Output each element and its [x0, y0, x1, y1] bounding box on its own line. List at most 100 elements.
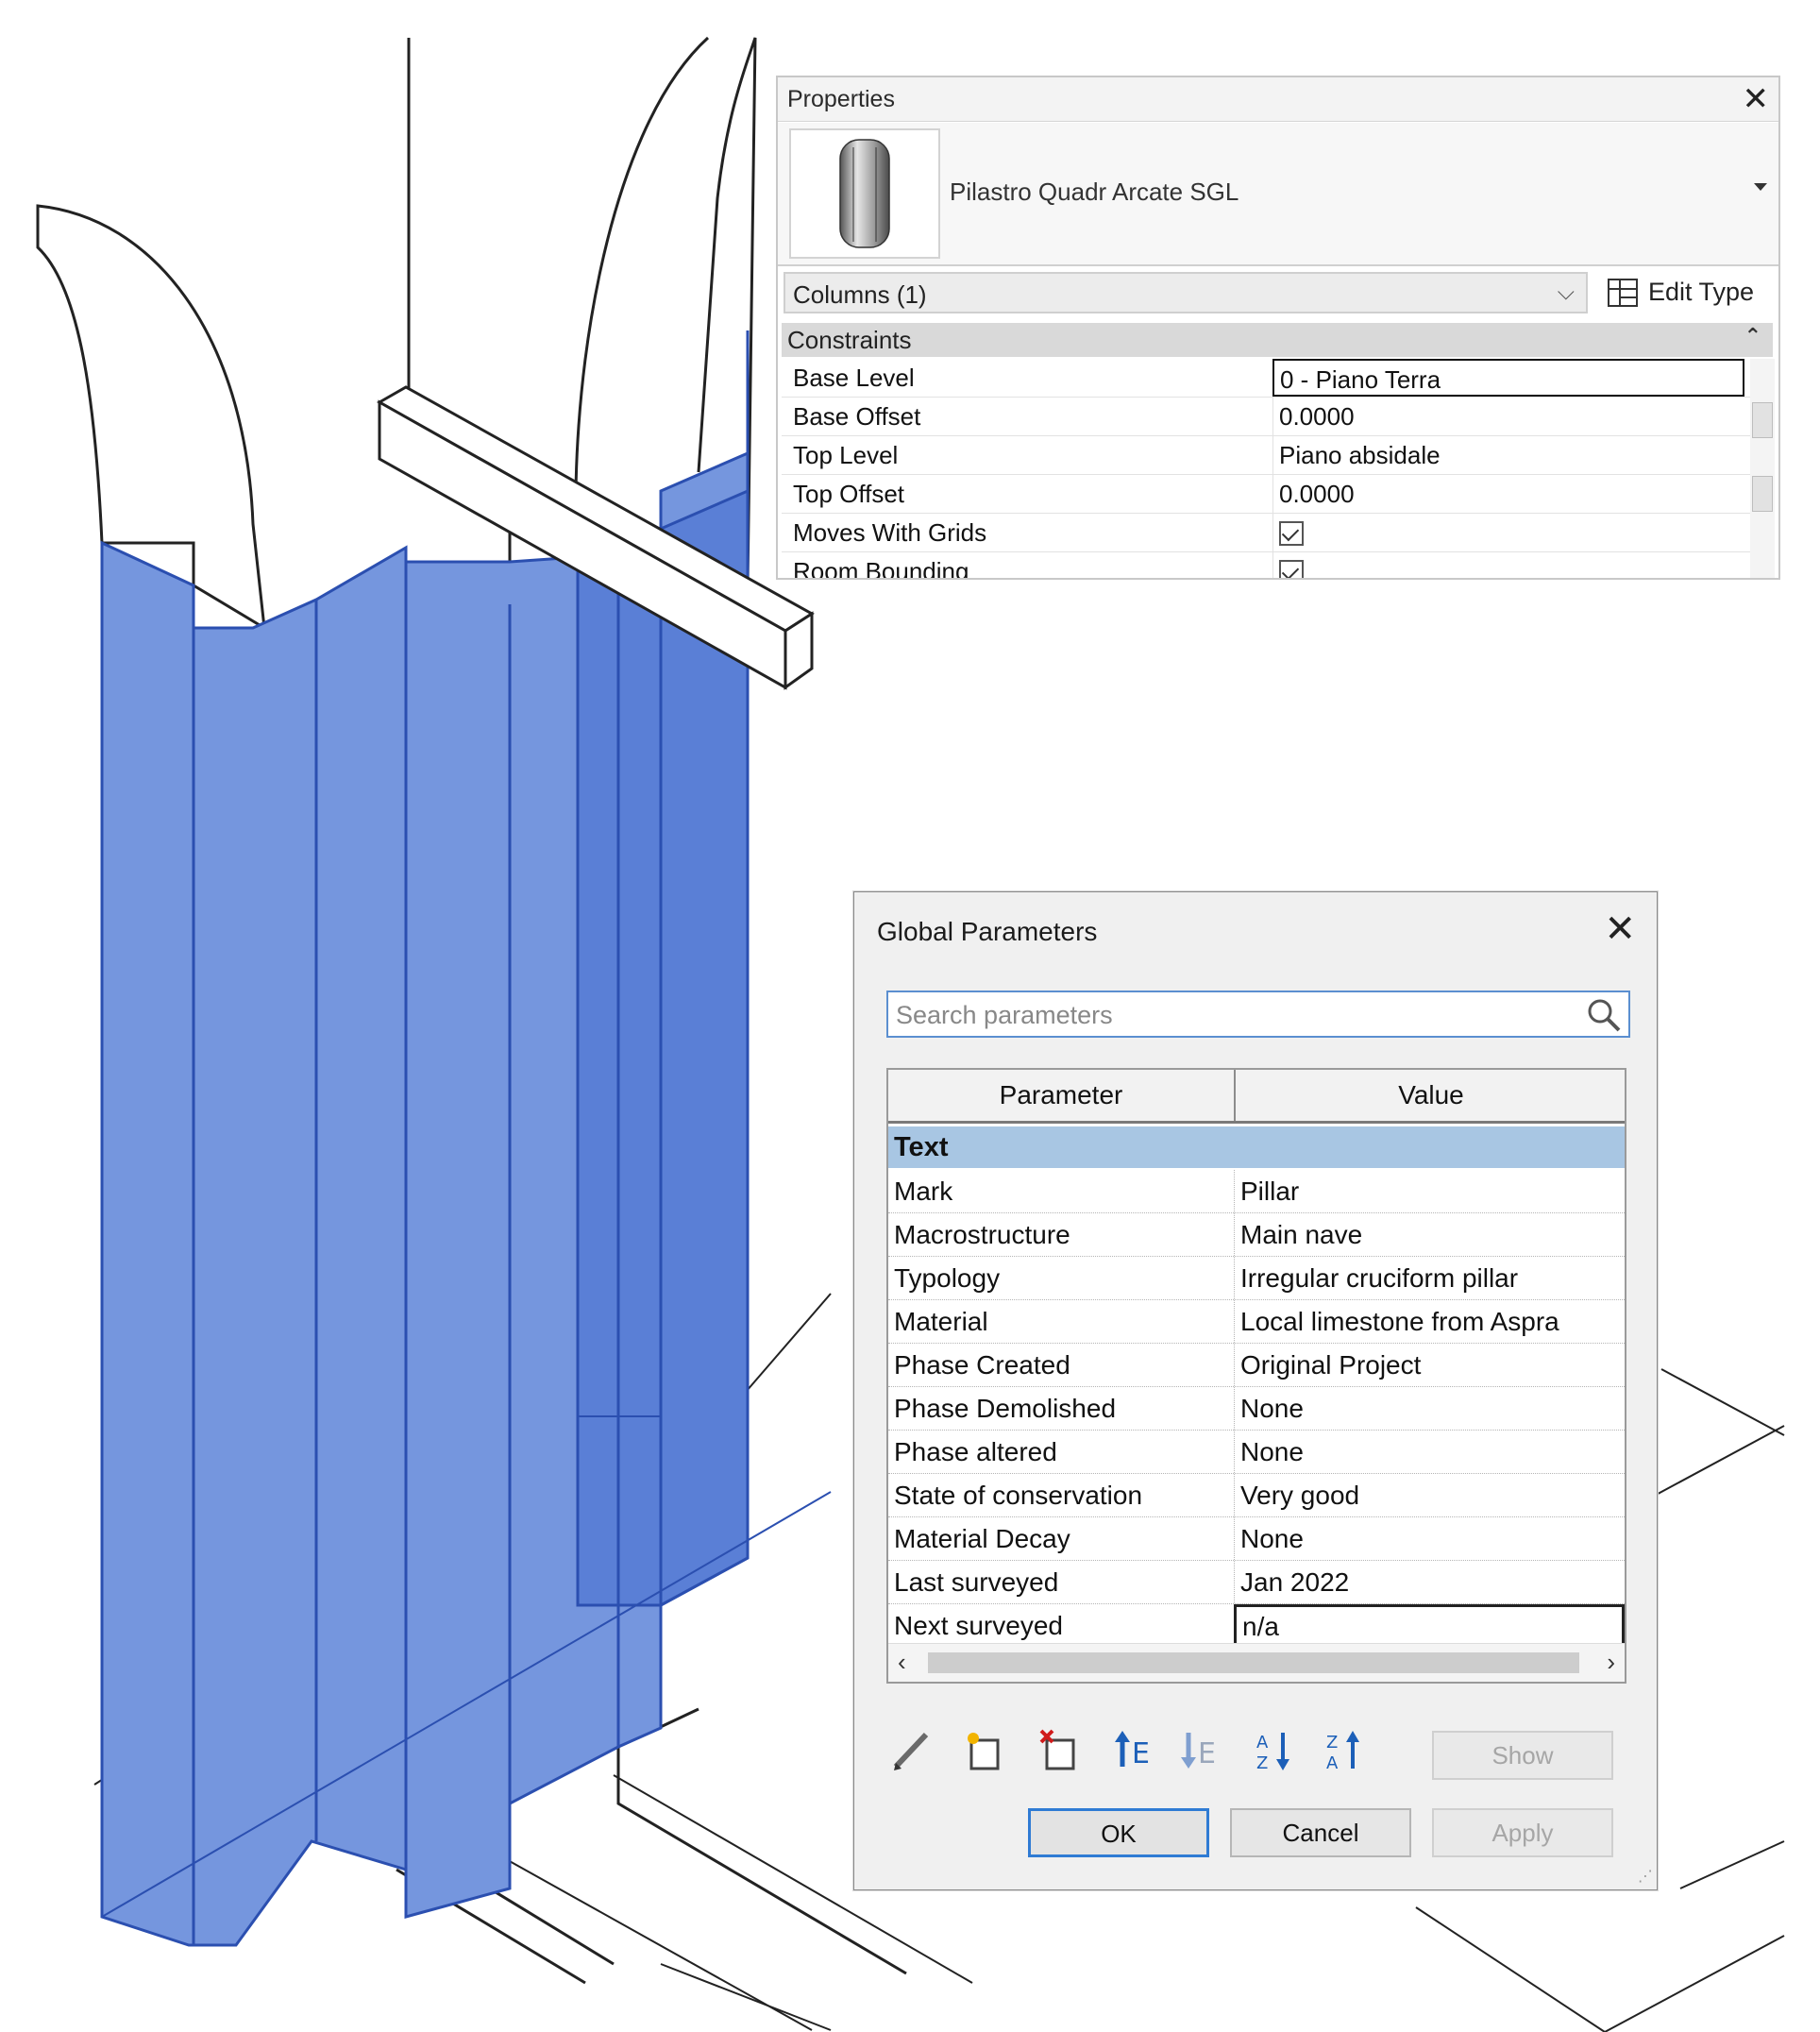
ok-button[interactable]: OK	[1028, 1808, 1209, 1857]
chevron-down-icon: ⌵	[1557, 279, 1575, 305]
search-icon[interactable]	[1585, 996, 1623, 1034]
scroll-handle[interactable]	[928, 1652, 1579, 1673]
type-selector[interactable]: Pilastro Quadr Arcate SGL	[778, 123, 1778, 266]
cancel-button[interactable]: Cancel	[1230, 1808, 1411, 1857]
property-label: Top Offset	[793, 480, 905, 508]
property-row: Moves With Grids	[782, 514, 1752, 552]
group-label: Text	[894, 1132, 949, 1162]
parameter-name: Phase altered	[894, 1437, 1057, 1466]
property-label: Moves With Grids	[793, 518, 987, 547]
column-header-parameter[interactable]: Parameter	[888, 1070, 1236, 1121]
scroll-handle[interactable]	[1752, 402, 1773, 438]
search-input[interactable]	[894, 996, 1559, 1034]
moves-with-grids-value	[1272, 514, 1744, 551]
parameter-value[interactable]: None	[1234, 1517, 1625, 1560]
parameter-name: Macrostructure	[894, 1220, 1070, 1249]
instance-filter-label: Columns (1)	[793, 280, 927, 309]
table-row[interactable]: Material Local limestone from Aspra	[888, 1300, 1625, 1344]
global-parameters-dialog: Global Parameters ✕ Parameter Value Text…	[853, 891, 1658, 1890]
move-up-icon[interactable]: E	[1109, 1723, 1162, 1776]
parameter-value[interactable]: Main nave	[1234, 1213, 1625, 1256]
parameter-rows: Mark Pillar Macrostructure Main nave Typol…	[888, 1170, 1625, 1648]
table-row[interactable]: Mark Pillar	[888, 1170, 1625, 1213]
category-constraints[interactable]: Constraints ⌃	[782, 323, 1773, 357]
svg-text:A: A	[1326, 1753, 1339, 1773]
top-offset-value[interactable]: 0.0000	[1272, 475, 1744, 513]
table-row[interactable]: Last surveyed Jan 2022	[888, 1561, 1625, 1604]
table-header: Parameter Value	[888, 1070, 1625, 1124]
table-row[interactable]: Phase altered None	[888, 1431, 1625, 1474]
column-header-value[interactable]: Value	[1236, 1070, 1625, 1121]
apply-button[interactable]: Apply	[1432, 1808, 1613, 1857]
parameter-name: Material Decay	[894, 1524, 1070, 1553]
parameter-name: Material	[894, 1307, 988, 1336]
dropdown-arrow-icon[interactable]	[1754, 183, 1767, 191]
close-icon[interactable]: ✕	[1743, 80, 1770, 118]
top-level-value[interactable]: Piano absidale	[1272, 436, 1744, 474]
parameter-value[interactable]: Very good	[1234, 1474, 1625, 1516]
property-row: Top Offset 0.0000	[782, 475, 1752, 514]
type-name: Pilastro Quadr Arcate SGL	[950, 178, 1239, 206]
room-bounding-value	[1272, 552, 1744, 578]
horizontal-scrollbar[interactable]: ‹ ›	[888, 1643, 1625, 1682]
parameter-value[interactable]: Pillar	[1234, 1170, 1625, 1212]
dialog-title: Global Parameters	[877, 917, 1098, 946]
properties-titlebar: Properties ✕	[778, 77, 1778, 122]
search-box	[886, 991, 1630, 1038]
parameter-value-editing[interactable]: n/a	[1234, 1604, 1625, 1647]
properties-grid: Base Level 0 - Piano Terra Base Offset 0…	[782, 359, 1752, 580]
edit-type-label: Edit Type	[1648, 278, 1755, 306]
group-header-text[interactable]: Text	[888, 1126, 1625, 1168]
parameter-name: Mark	[894, 1177, 953, 1206]
delete-parameter-icon[interactable]	[1034, 1723, 1087, 1776]
sort-descending-icon[interactable]: Z A	[1321, 1723, 1373, 1776]
property-row: Base Offset 0.0000	[782, 398, 1752, 436]
property-label: Base Offset	[793, 402, 921, 431]
show-button[interactable]: Show	[1432, 1731, 1613, 1780]
property-label: Room Bounding	[793, 557, 969, 580]
moves-with-grids-checkbox[interactable]	[1279, 521, 1304, 546]
scroll-handle[interactable]	[1752, 476, 1773, 512]
table-row[interactable]: Typology Irregular cruciform pillar	[888, 1257, 1625, 1300]
table-row[interactable]: Phase Demolished None	[888, 1387, 1625, 1431]
parameter-name: State of conservation	[894, 1481, 1143, 1510]
base-offset-value[interactable]: 0.0000	[1272, 398, 1744, 435]
instance-filter-dropdown[interactable]: Columns (1) ⌵	[784, 272, 1588, 313]
move-down-icon[interactable]: E	[1175, 1723, 1228, 1776]
edit-pencil-icon[interactable]	[886, 1723, 939, 1776]
new-parameter-icon[interactable]	[958, 1723, 1011, 1776]
table-row[interactable]: Macrostructure Main nave	[888, 1213, 1625, 1257]
scroll-right-icon[interactable]: ›	[1607, 1648, 1615, 1677]
parameter-value[interactable]: None	[1234, 1431, 1625, 1473]
table-row[interactable]: Material Decay None	[888, 1517, 1625, 1561]
parameter-value[interactable]: Jan 2022	[1234, 1561, 1625, 1603]
base-level-value[interactable]: 0 - Piano Terra	[1272, 359, 1744, 397]
scroll-left-icon[interactable]: ‹	[898, 1648, 906, 1677]
collapse-icon[interactable]: ⌃	[1744, 324, 1761, 348]
parameter-value[interactable]: Irregular cruciform pillar	[1234, 1257, 1625, 1299]
parameter-value[interactable]: None	[1234, 1387, 1625, 1430]
table-row[interactable]: Next surveyed n/a	[888, 1604, 1625, 1648]
property-label: Base Level	[793, 364, 915, 392]
room-bounding-checkbox[interactable]	[1279, 560, 1304, 578]
sort-ascending-icon[interactable]: A Z	[1251, 1723, 1304, 1776]
edit-type-button[interactable]: Edit Type	[1599, 272, 1769, 313]
svg-text:E: E	[1198, 1737, 1216, 1770]
svg-text:E: E	[1132, 1737, 1150, 1770]
edit-type-icon	[1608, 279, 1638, 307]
table-row[interactable]: Phase Created Original Project	[888, 1344, 1625, 1387]
vertical-scrollbar[interactable]	[1750, 359, 1775, 578]
parameters-table: Parameter Value Text Mark Pillar Macrostr…	[886, 1068, 1626, 1684]
property-row: Top Level Piano absidale	[782, 436, 1752, 475]
parameter-name: Phase Created	[894, 1350, 1070, 1380]
property-label: Top Level	[793, 441, 899, 469]
parameter-value[interactable]: Local limestone from Aspra	[1234, 1300, 1625, 1343]
parameter-name: Next surveyed	[894, 1611, 1063, 1640]
table-row[interactable]: State of conservation Very good	[888, 1474, 1625, 1517]
close-icon[interactable]: ✕	[1604, 907, 1636, 951]
parameter-name: Last surveyed	[894, 1567, 1059, 1597]
resize-grip-icon[interactable]: ⋰	[1638, 1867, 1653, 1886]
type-preview-image	[789, 128, 940, 259]
property-row: Base Level 0 - Piano Terra	[782, 359, 1752, 398]
parameter-value[interactable]: Original Project	[1234, 1344, 1625, 1386]
